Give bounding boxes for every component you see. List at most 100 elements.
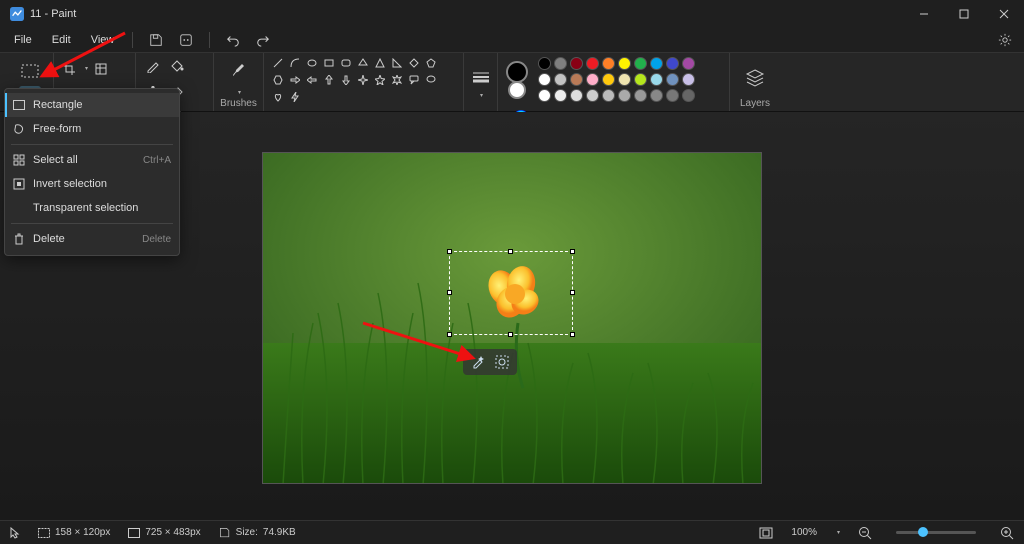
shapes-grid[interactable] (272, 57, 439, 105)
settings-icon[interactable] (994, 30, 1016, 50)
filesize-value: 74.9KB (263, 527, 296, 538)
layers-icon[interactable] (744, 66, 766, 88)
color-swatch[interactable] (618, 89, 631, 102)
color-swatch[interactable] (650, 57, 663, 70)
brush-dropdown-icon[interactable]: ▾ (224, 89, 255, 96)
menu-bar: File Edit View (0, 28, 1024, 52)
freeform-icon (13, 123, 25, 135)
shape-arrowd-icon (340, 74, 352, 86)
shapes-group: ▾ ▾ Shapes (264, 53, 464, 111)
color-swatch[interactable] (538, 89, 551, 102)
shape-rect-icon (323, 57, 335, 69)
close-button[interactable] (984, 0, 1024, 28)
selection-dropdown: Rectangle Free-form Select all Ctrl+A In… (4, 88, 180, 256)
color-swatch[interactable] (570, 73, 583, 86)
dropdown-delete-label: Delete (33, 233, 65, 245)
dropdown-selectall-label: Select all (33, 154, 78, 166)
color-swatch[interactable] (586, 73, 599, 86)
color-swatch[interactable] (602, 73, 615, 86)
dropdown-invert[interactable]: Invert selection (5, 172, 179, 196)
dropdown-delete[interactable]: Delete Delete (5, 227, 179, 251)
zoom-dropdown-icon[interactable]: ▾ (837, 529, 840, 536)
color-swatch[interactable] (602, 57, 615, 70)
color-swatch[interactable] (570, 57, 583, 70)
color-swatch[interactable] (650, 89, 663, 102)
color-swatch[interactable] (570, 89, 583, 102)
color-swatch[interactable] (682, 73, 695, 86)
filesize-label: Size: (236, 527, 258, 538)
window-title: 11 - Paint (30, 8, 76, 20)
fit-icon[interactable] (759, 527, 773, 539)
color-swatch[interactable] (538, 73, 551, 86)
color-swatch[interactable] (682, 89, 695, 102)
color-swatch[interactable] (554, 73, 567, 86)
color-swatch[interactable] (586, 89, 599, 102)
color-swatch[interactable] (682, 57, 695, 70)
shape-roundrect-icon (340, 57, 352, 69)
color-swatch[interactable] (666, 73, 679, 86)
brush-icon[interactable] (227, 58, 251, 82)
fill-icon[interactable] (168, 57, 186, 75)
menu-divider (209, 32, 210, 48)
menu-edit[interactable]: Edit (46, 32, 77, 48)
stroke-dropdown-icon[interactable]: ▾ (480, 92, 483, 99)
color-swatch[interactable] (666, 89, 679, 102)
color-swatch[interactable] (586, 57, 599, 70)
menu-view[interactable]: View (85, 32, 121, 48)
dropdown-transparent[interactable]: Transparent selection (5, 196, 179, 220)
shape-oval-icon (306, 57, 318, 69)
menu-file[interactable]: File (8, 32, 38, 48)
color-swatch[interactable] (634, 89, 647, 102)
dropdown-delete-shortcut: Delete (142, 234, 171, 245)
dropdown-freeform[interactable]: Free-form (5, 117, 179, 141)
resize-icon[interactable] (94, 60, 120, 78)
selection-tool-icon[interactable] (21, 62, 39, 80)
layers-group: Layers (730, 53, 780, 111)
color1-swatch[interactable] (506, 61, 528, 83)
zoom-slider[interactable] (896, 531, 976, 534)
shape-pentagon-icon (425, 57, 437, 69)
shape-star6-icon (391, 74, 403, 86)
color-swatch[interactable] (618, 57, 631, 70)
canvas-dims: 725 × 483px (145, 527, 200, 538)
rectangle-icon (13, 100, 25, 110)
color2-swatch[interactable] (508, 81, 526, 99)
shape-arrowl-icon (306, 74, 318, 86)
dropdown-transparent-label: Transparent selection (33, 202, 138, 214)
generative-erase-icon[interactable] (469, 353, 487, 371)
undo-icon[interactable] (222, 30, 244, 50)
color-swatch[interactable] (634, 57, 647, 70)
window-controls (904, 0, 1024, 28)
color-swatch[interactable] (602, 89, 615, 102)
color-swatch[interactable] (618, 73, 631, 86)
shape-hexagon-icon (272, 74, 284, 86)
canvas[interactable] (262, 152, 762, 484)
status-bar: 158 × 120px 725 × 483px Size: 74.9KB 100… (0, 520, 1024, 544)
dropdown-rectangle[interactable]: Rectangle (5, 93, 179, 117)
color-swatch[interactable] (666, 57, 679, 70)
minimize-button[interactable] (904, 0, 944, 28)
remove-background-icon[interactable] (493, 353, 511, 371)
color-swatch[interactable] (634, 73, 647, 86)
redo-icon[interactable] (252, 30, 274, 50)
menu-divider (132, 32, 133, 48)
color-swatch[interactable] (538, 57, 551, 70)
stroke-width-icon[interactable] (472, 68, 490, 86)
selection-rectangle[interactable] (449, 251, 573, 335)
dropdown-freeform-label: Free-form (33, 123, 81, 135)
copilot-icon[interactable] (175, 30, 197, 50)
shape-callout-icon (408, 74, 420, 86)
crop-icon[interactable]: ▾ (62, 60, 88, 78)
color-swatch[interactable] (554, 89, 567, 102)
dropdown-separator (11, 223, 173, 224)
zoom-in-icon[interactable] (1000, 526, 1014, 540)
color-swatch[interactable] (650, 73, 663, 86)
color-palette[interactable] (538, 57, 696, 103)
maximize-button[interactable] (944, 0, 984, 28)
pencil-icon[interactable] (144, 57, 162, 75)
color-swatch[interactable] (554, 57, 567, 70)
dropdown-selectall-shortcut: Ctrl+A (143, 155, 171, 166)
dropdown-select-all[interactable]: Select all Ctrl+A (5, 148, 179, 172)
zoom-out-icon[interactable] (858, 526, 872, 540)
save-icon[interactable] (145, 30, 167, 50)
